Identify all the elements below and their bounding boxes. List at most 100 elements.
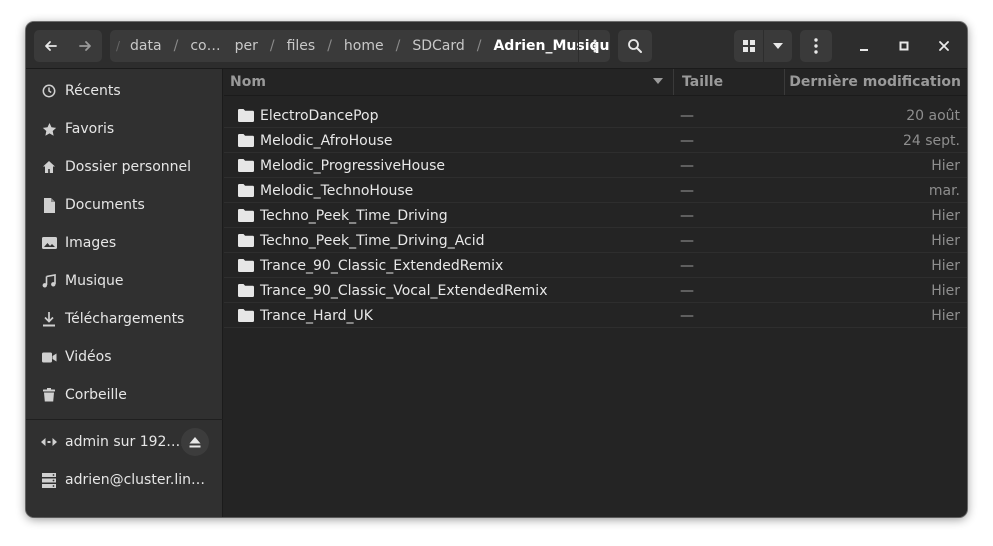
file-size: —	[680, 257, 694, 274]
close-button[interactable]	[928, 30, 960, 62]
grid-view-button[interactable]	[734, 30, 764, 62]
file-name-cell: Melodic_AfroHouse	[238, 128, 393, 153]
server-icon	[40, 471, 58, 489]
path-separator: /	[476, 38, 482, 54]
folder-icon	[238, 184, 254, 197]
sidebar-item-server[interactable]: adrien@cluster.lin…	[26, 462, 223, 498]
file-name: Melodic_AfroHouse	[260, 132, 393, 149]
path-segment-per[interactable]: per	[235, 38, 258, 54]
file-size: —	[680, 107, 694, 124]
file-name: Trance_90_Classic_ExtendedRemix	[260, 257, 504, 274]
sidebar-item-label: Récents	[65, 83, 121, 99]
sidebar-item-label: Documents	[65, 197, 145, 213]
table-row[interactable]: Trance_Hard_UK — Hier	[224, 303, 967, 328]
table-row[interactable]: Trance_90_Classic_Vocal_ExtendedRemix — Hi…	[224, 278, 967, 303]
table-row[interactable]: Techno_Peek_Time_Driving — Hier	[224, 203, 967, 228]
path-segment-sdcard[interactable]: SDCard	[412, 38, 464, 54]
path-segment-data[interactable]: data	[130, 38, 162, 54]
sidebar-item-musique[interactable]: Musique	[26, 263, 223, 299]
file-modified: Hier	[931, 232, 960, 249]
headerbar: / data / co… per / files / home / SDCard…	[26, 22, 967, 69]
kebab-menu-icon	[593, 39, 596, 53]
column-header-modified[interactable]: Dernière modification	[785, 69, 967, 95]
table-row[interactable]: Melodic_AfroHouse — 24 sept.	[224, 128, 967, 153]
file-modified: 20 août	[906, 107, 960, 124]
path-separator: /	[269, 38, 275, 54]
grid-icon	[742, 40, 755, 52]
sidebar-item-documents[interactable]: Documents	[26, 187, 223, 223]
file-name-cell: Techno_Peek_Time_Driving	[238, 203, 448, 228]
sidebar-item-label: admin sur 192.…	[65, 434, 185, 450]
folder-icon	[238, 134, 254, 147]
sidebar-item-label: Favoris	[65, 121, 115, 137]
file-modified: Hier	[931, 282, 960, 299]
file-name: Melodic_TechnoHouse	[260, 182, 414, 199]
sidebar-item-favoris[interactable]: Favoris	[26, 111, 223, 147]
path-root-fade: /	[116, 39, 121, 53]
file-modified: Hier	[931, 207, 960, 224]
sidebar-separator	[26, 419, 223, 420]
file-modified: 24 sept.	[903, 132, 960, 149]
file-name-cell: Melodic_TechnoHouse	[238, 178, 413, 203]
file-size: —	[680, 307, 694, 324]
file-list: Nom Taille Dernière modification Electro…	[224, 69, 967, 517]
clock-icon	[40, 82, 58, 100]
maximize-button[interactable]	[888, 30, 920, 62]
path-segment-home[interactable]: home	[344, 38, 384, 54]
sidebar-item-images[interactable]: Images	[26, 225, 223, 261]
search-button[interactable]	[618, 30, 652, 62]
folder-icon	[238, 259, 254, 272]
sidebar-item-label: adrien@cluster.lin…	[65, 472, 206, 488]
view-options-dropdown[interactable]	[764, 30, 792, 62]
column-header-label: Taille	[682, 74, 724, 90]
music-note-icon	[40, 272, 58, 290]
eject-icon	[189, 436, 201, 447]
file-size: —	[680, 232, 694, 249]
sidebar-item-label: Dossier personnel	[65, 159, 192, 175]
close-icon	[939, 41, 949, 51]
file-name-cell: Trance_90_Classic_Vocal_ExtendedRemix	[238, 278, 548, 303]
file-name: Techno_Peek_Time_Driving_Acid	[260, 232, 485, 249]
main-menu-button[interactable]	[800, 30, 832, 62]
file-size: —	[680, 182, 694, 199]
header-divider	[224, 95, 967, 96]
sidebar-item-home[interactable]: Dossier personnel	[26, 149, 223, 185]
forward-button[interactable]	[68, 30, 102, 62]
table-row[interactable]: ElectroDancePop — 20 août	[224, 103, 967, 128]
file-name: Melodic_ProgressiveHouse	[260, 157, 446, 174]
table-row[interactable]: Techno_Peek_Time_Driving_Acid — Hier	[224, 228, 967, 253]
arrow-left-icon	[45, 41, 57, 51]
sidebar-item-corbeille[interactable]: Corbeille	[26, 377, 223, 413]
folder-icon	[238, 109, 254, 122]
sort-descending-icon	[653, 78, 663, 84]
path-menu-button[interactable]	[578, 30, 610, 62]
sidebar-item-telechargements[interactable]: Téléchargements	[26, 301, 223, 337]
path-segment-files[interactable]: files	[287, 38, 316, 54]
document-icon	[40, 196, 58, 214]
file-size: —	[680, 207, 694, 224]
file-name: ElectroDancePop	[260, 107, 379, 124]
file-name-cell: Trance_Hard_UK	[238, 303, 373, 328]
sidebar-item-recents[interactable]: Récents	[26, 73, 223, 109]
sidebar-item-videos[interactable]: Vidéos	[26, 339, 223, 375]
file-size: —	[680, 132, 694, 149]
table-row[interactable]: Trance_90_Classic_ExtendedRemix — Hier	[224, 253, 967, 278]
table-row[interactable]: Melodic_ProgressiveHouse — Hier	[224, 153, 967, 178]
table-row[interactable]: Melodic_TechnoHouse — mar.	[224, 178, 967, 203]
column-header-size[interactable]: Taille	[674, 69, 785, 95]
file-size: —	[680, 282, 694, 299]
file-size: —	[680, 157, 694, 174]
star-icon	[40, 120, 58, 138]
file-modified: mar.	[928, 182, 960, 199]
file-modified: Hier	[931, 307, 960, 324]
path-separator: /	[173, 38, 179, 54]
path-segment-co[interactable]: co…	[190, 38, 220, 54]
column-header-name[interactable]: Nom	[224, 69, 674, 95]
back-button[interactable]	[34, 30, 68, 62]
eject-button[interactable]	[181, 428, 209, 456]
sidebar-item-network-share[interactable]: admin sur 192.…	[26, 424, 223, 460]
minimize-button[interactable]	[848, 30, 880, 62]
maximize-icon	[899, 41, 909, 51]
folder-icon	[238, 234, 254, 247]
arrow-right-icon	[79, 41, 91, 51]
